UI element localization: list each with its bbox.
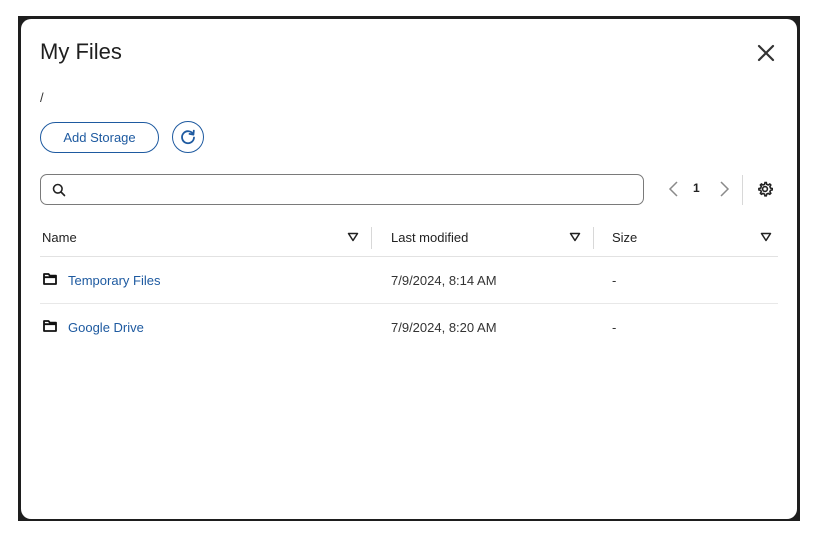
file-modified: 7/9/2024, 8:20 AM [391, 319, 497, 335]
settings-button[interactable] [756, 180, 774, 198]
breadcrumb[interactable]: / [40, 90, 44, 105]
file-size: - [612, 319, 617, 335]
close-icon [757, 44, 775, 62]
chevron-left-icon [668, 181, 678, 197]
folder-icon [43, 320, 57, 332]
close-button[interactable] [754, 41, 778, 65]
add-storage-button[interactable]: Add Storage [40, 122, 159, 153]
search-box[interactable] [40, 174, 644, 205]
file-size: - [612, 272, 617, 288]
file-modified: 7/9/2024, 8:14 AM [391, 272, 497, 288]
table-row[interactable]: Temporary Files 7/9/2024, 8:14 AM - [40, 257, 778, 304]
table-row[interactable]: Google Drive 7/9/2024, 8:20 AM - [40, 304, 778, 350]
column-header-size[interactable]: Size [612, 224, 637, 250]
next-page-button[interactable] [716, 179, 732, 199]
search-input[interactable] [72, 181, 636, 198]
chevron-right-icon [720, 181, 730, 197]
toolbar-divider [742, 175, 743, 205]
column-header-name[interactable]: Name [42, 224, 77, 250]
page-number[interactable]: 1 [693, 181, 700, 195]
column-divider[interactable] [593, 227, 594, 249]
column-divider[interactable] [371, 227, 372, 249]
sort-down-icon[interactable] [760, 232, 772, 242]
file-name-link[interactable]: Google Drive [68, 304, 144, 350]
column-header-last-modified[interactable]: Last modified [391, 224, 468, 250]
dialog-title: My Files [40, 39, 122, 64]
folder-icon [43, 273, 57, 285]
table-header: Name Last modified Size [40, 224, 778, 257]
my-files-dialog: My Files / Add Storage 1 Name Last modif… [21, 19, 797, 519]
sort-down-icon[interactable] [569, 232, 581, 242]
search-icon [52, 183, 66, 197]
sort-down-icon[interactable] [347, 232, 359, 242]
refresh-button[interactable] [172, 121, 204, 153]
gear-icon [758, 181, 773, 197]
file-name-link[interactable]: Temporary Files [68, 257, 160, 303]
previous-page-button[interactable] [666, 179, 682, 199]
refresh-icon [181, 129, 195, 145]
